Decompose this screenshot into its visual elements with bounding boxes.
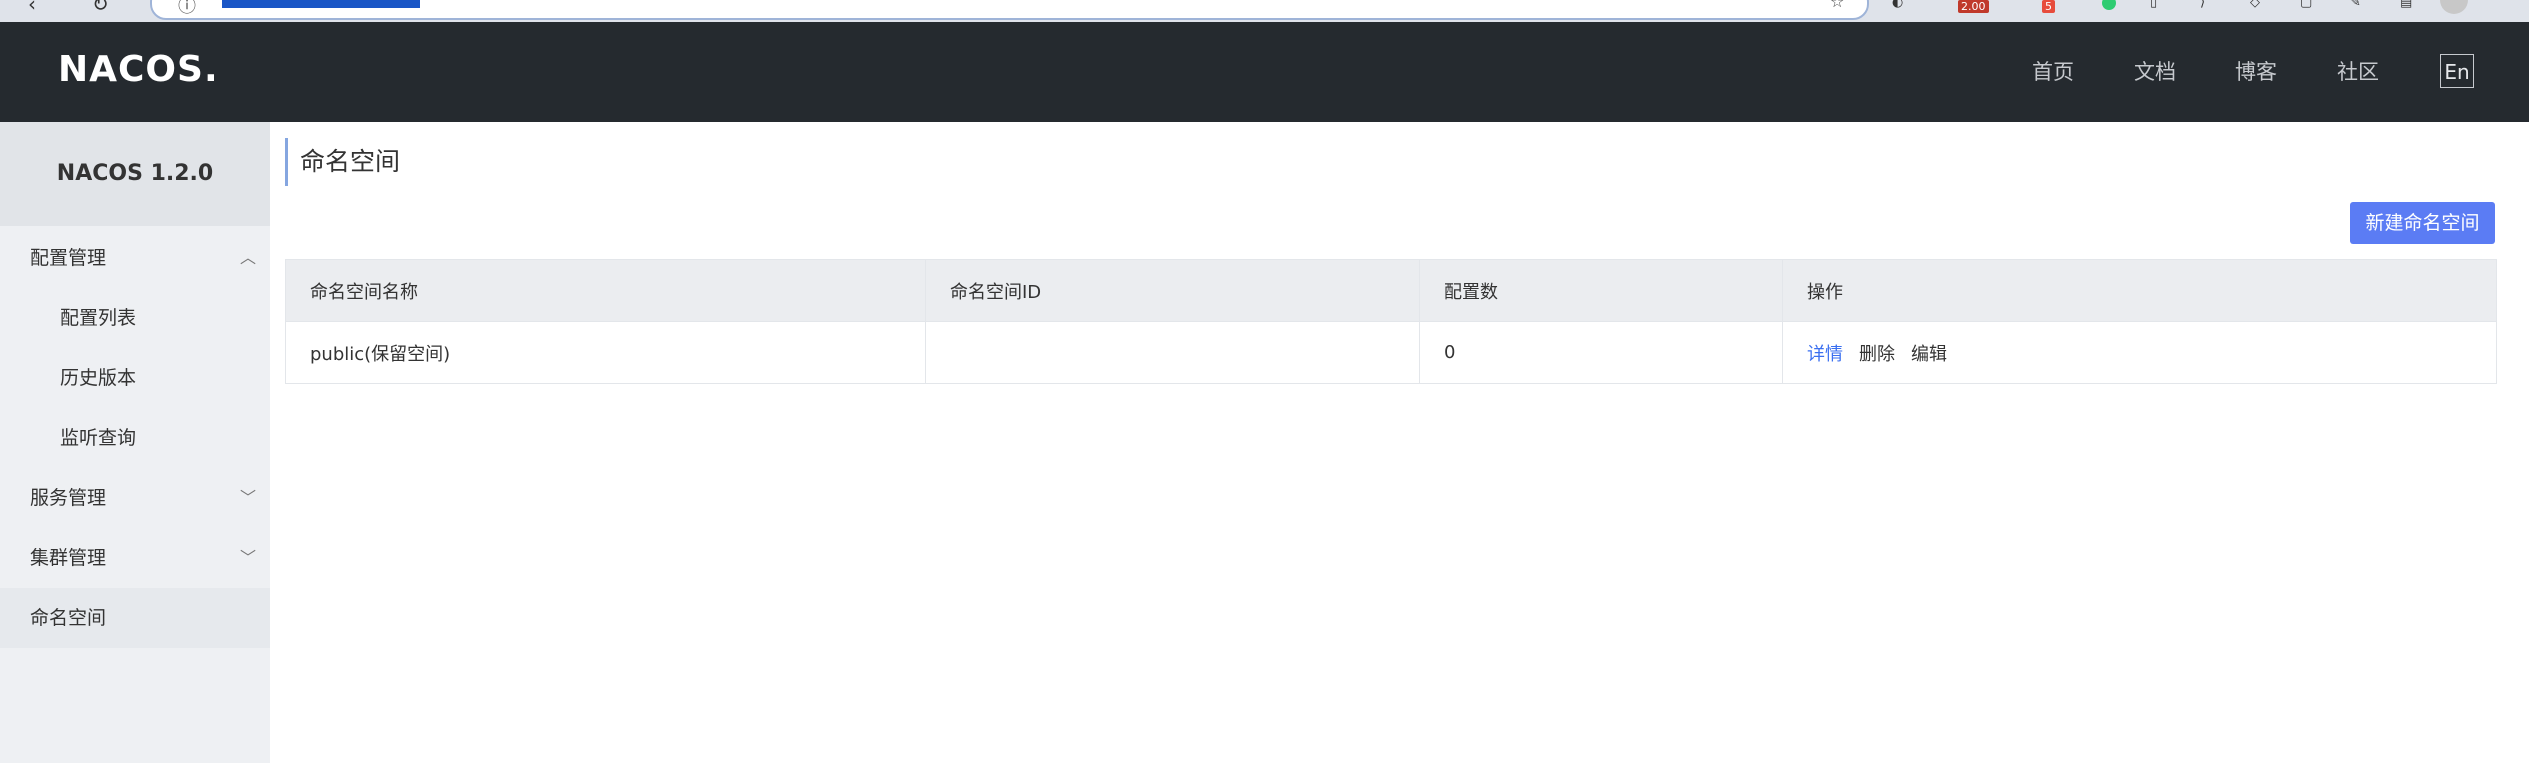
create-namespace-button[interactable]: 新建命名空间 [2350, 202, 2495, 244]
extension-icon[interactable]: ⟩ [2200, 0, 2205, 12]
sidebar-item-config-management[interactable]: 配置管理 ︿ [0, 228, 270, 288]
sidebar-item-service-management[interactable]: 服务管理 ﹀ [0, 468, 270, 528]
column-header-actions: 操作 [1782, 259, 2497, 322]
column-header-config-count: 配置数 [1419, 259, 1783, 322]
sidebar-item-label: 服务管理 [30, 487, 107, 509]
extension-icon[interactable]: ✎ [2350, 0, 2361, 12]
reload-icon[interactable]: ↻ [92, 0, 109, 14]
extension-badge-2[interactable]: 5 [2042, 0, 2055, 13]
extension-icon[interactable]: ▯ [2150, 0, 2157, 12]
edit-link[interactable]: 编辑 [1911, 344, 1947, 365]
browser-toolbar: ‹ ↻ ⓘ ☆ ◐ 2.00 5 ▯ ⟩ ◇ ▢ ✎ ▤ [0, 0, 2529, 22]
namespace-name-cell: public(保留空间) [285, 321, 926, 384]
profile-avatar[interactable] [2440, 0, 2468, 14]
namespace-table: 命名空间名称 命名空间ID 配置数 操作 public(保留空间) 0 详情 删除… [285, 259, 2497, 384]
url-selection-highlight [222, 0, 420, 8]
extension-green-icon[interactable] [2102, 0, 2116, 10]
language-toggle-button[interactable]: En [2440, 54, 2474, 88]
sidebar: NACOS 1.2.0 配置管理 ︿ 配置列表 历史版本 监听查询 服务管理 ﹀… [0, 122, 270, 763]
sidebar-item-label: 历史版本 [60, 367, 137, 389]
actions-cell: 详情 删除 编辑 [1782, 321, 2497, 384]
delete-link[interactable]: 删除 [1859, 344, 1895, 365]
back-arrow-icon[interactable]: ‹ [28, 0, 36, 14]
extension-icon[interactable]: ▢ [2300, 0, 2312, 12]
sidebar-item-label: 命名空间 [30, 607, 107, 629]
page-title: 命名空间 [285, 138, 400, 186]
sidebar-item-label: 配置列表 [60, 307, 137, 329]
chevron-down-icon: ﹀ [239, 548, 256, 567]
version-label: NACOS 1.2.0 [0, 122, 270, 226]
app-header: NACOS. 首页 文档 博客 社区 En [0, 22, 2529, 122]
column-header-id: 命名空间ID [925, 259, 1420, 322]
table-row: public(保留空间) 0 详情 删除 编辑 [285, 321, 2497, 384]
sidebar-item-history[interactable]: 历史版本 [0, 348, 270, 408]
table-header-row: 命名空间名称 命名空间ID 配置数 操作 [285, 259, 2497, 322]
nacos-logo[interactable]: NACOS. [58, 44, 219, 96]
extension-badge-1[interactable]: 2.00 [1958, 0, 1989, 13]
nav-community[interactable]: 社区 [2337, 54, 2379, 90]
nav-docs[interactable]: 文档 [2134, 54, 2176, 90]
sidebar-item-listener-query[interactable]: 监听查询 [0, 408, 270, 468]
detail-link[interactable]: 详情 [1807, 344, 1843, 365]
sidebar-item-label: 监听查询 [60, 427, 137, 449]
sidebar-item-label: 配置管理 [30, 247, 107, 269]
chevron-up-icon: ︿ [239, 248, 256, 267]
sidebar-item-namespace[interactable]: 命名空间 [0, 588, 270, 648]
extension-icon[interactable]: ◐ [1892, 0, 1903, 12]
bookmark-star-icon[interactable]: ☆ [1830, 0, 1844, 11]
sidebar-item-cluster-management[interactable]: 集群管理 ﹀ [0, 528, 270, 588]
chevron-down-icon: ﹀ [239, 488, 256, 507]
extension-icon[interactable]: ◇ [2250, 0, 2260, 12]
extension-icon[interactable]: ▤ [2400, 0, 2412, 12]
sidebar-item-label: 集群管理 [30, 547, 107, 569]
sidebar-item-config-list[interactable]: 配置列表 [0, 288, 270, 348]
nav-home[interactable]: 首页 [2032, 54, 2074, 90]
nav-blog[interactable]: 博客 [2235, 54, 2277, 90]
namespace-id-cell [925, 321, 1420, 384]
column-header-name: 命名空间名称 [285, 259, 926, 322]
site-info-icon[interactable]: ⓘ [178, 0, 196, 18]
config-count-cell: 0 [1419, 321, 1783, 384]
